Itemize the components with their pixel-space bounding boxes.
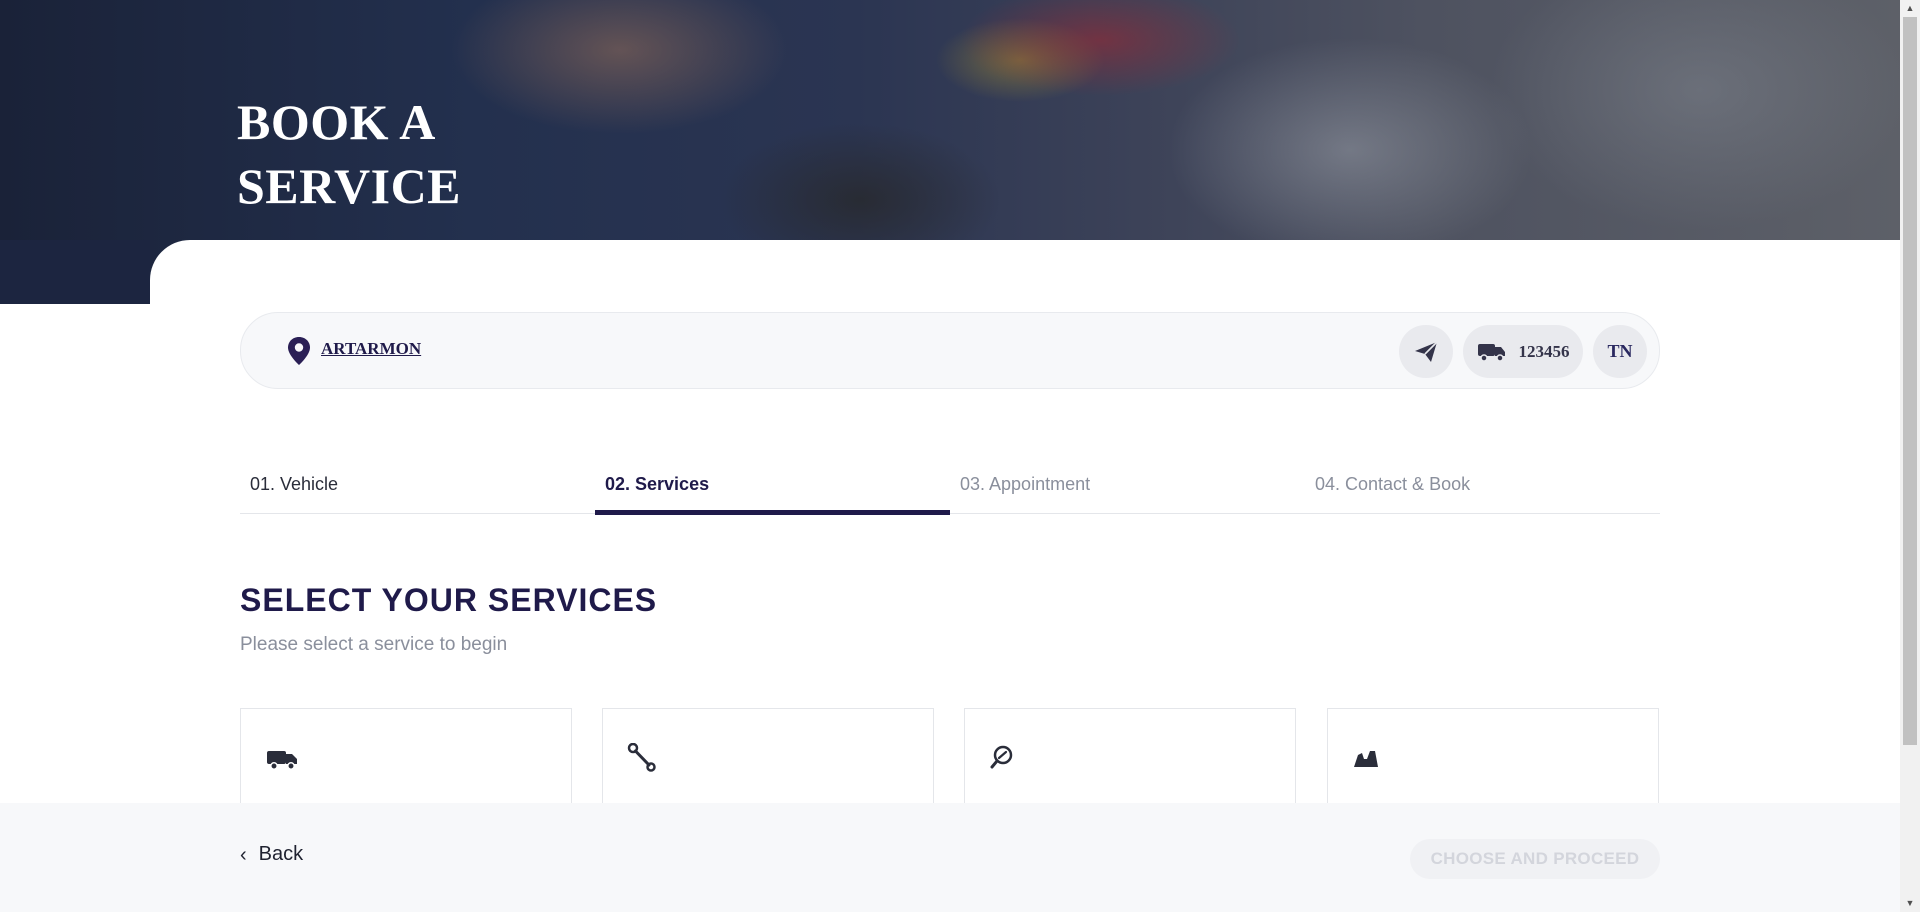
step-services[interactable]: 02. Services <box>595 460 950 515</box>
scroll-down-icon[interactable]: ▼ <box>1900 895 1920 912</box>
booking-steps: 01. Vehicle 02. Services 03. Appointment… <box>240 460 1660 515</box>
footer-bar: ‹ Back CHOOSE AND PROCEED <box>0 803 1900 912</box>
page-title-line-1: BOOK A <box>237 94 436 150</box>
choose-and-proceed-button[interactable]: CHOOSE AND PROCEED <box>1410 839 1660 879</box>
chevron-left-icon: ‹ <box>240 843 247 866</box>
hero-strip <box>0 240 150 304</box>
send-button[interactable] <box>1399 325 1453 378</box>
vertical-scrollbar[interactable]: ▲ ▼ <box>1900 0 1920 912</box>
back-button[interactable]: ‹ Back <box>240 843 303 866</box>
truck-icon <box>267 751 297 770</box>
back-label: Back <box>258 843 304 865</box>
section-title: SELECT YOUR SERVICES <box>240 582 658 618</box>
page-title-line-2: SERVICE <box>237 158 462 214</box>
vehicle-button[interactable]: 123456 <box>1463 325 1583 378</box>
inspection-icon <box>990 745 1013 769</box>
scroll-up-icon[interactable]: ▲ <box>1900 0 1920 17</box>
truck-icon <box>1477 343 1505 362</box>
map-pin-icon <box>288 337 310 365</box>
car-seat-icon <box>1354 751 1378 767</box>
user-initials: TN <box>1607 341 1633 361</box>
scroll-thumb[interactable] <box>1903 17 1917 745</box>
wrench-icon <box>627 743 656 772</box>
user-avatar-button[interactable]: TN <box>1593 325 1647 378</box>
step-vehicle[interactable]: 01. Vehicle <box>240 460 595 514</box>
booking-info-bar: ARTARMON 123456 TN <box>240 312 1660 389</box>
location-link[interactable]: ARTARMON <box>321 339 421 359</box>
send-icon <box>1415 340 1438 362</box>
step-contact-book[interactable]: 04. Contact & Book <box>1305 460 1660 514</box>
page-title: BOOK A SERVICE <box>237 90 597 218</box>
section-subtitle: Please select a service to begin <box>240 634 508 655</box>
step-appointment[interactable]: 03. Appointment <box>950 460 1305 514</box>
vehicle-id: 123456 <box>1518 341 1570 361</box>
